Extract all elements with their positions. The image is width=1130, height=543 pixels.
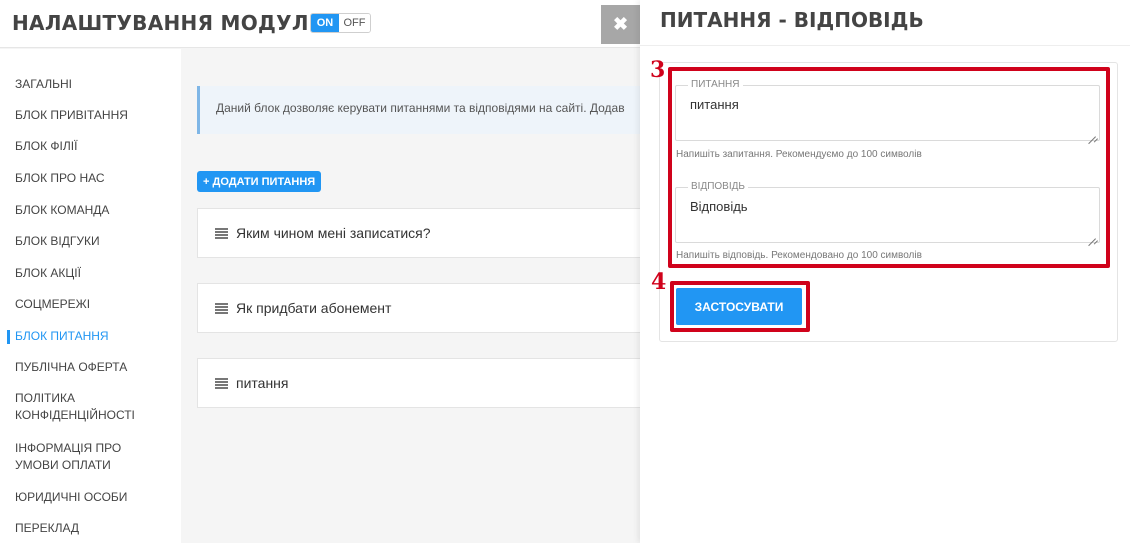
toggle-off[interactable]: OFF xyxy=(339,14,370,32)
close-icon: ✖ xyxy=(612,14,629,34)
sidebar-item-translation[interactable]: ПЕРЕКЛАД xyxy=(15,520,79,537)
sidebar-item-team[interactable]: БЛОК КОМАНДА xyxy=(15,202,109,219)
sidebar-item-social[interactable]: СОЦМЕРЕЖІ xyxy=(15,296,90,313)
sidebar-item-about[interactable]: БЛОК ПРО НАС xyxy=(15,170,105,187)
info-alert: Даний блок дозволяє керувати питаннями т… xyxy=(197,86,640,134)
question-row[interactable]: Яким чином мені записатися? xyxy=(197,208,640,258)
sidebar-item-promotions[interactable]: БЛОК АКЦІЇ xyxy=(15,265,81,282)
question-row[interactable]: питання xyxy=(197,358,640,408)
sidebar-item-payment-info[interactable]: ІНФОРМАЦІЯ ПРО УМОВИ ОПЛАТИ xyxy=(15,440,130,474)
page-title: НАЛАШТУВАННЯ МОДУЛЯ xyxy=(12,11,325,35)
question-row[interactable]: Як придбати абонемент xyxy=(197,283,640,333)
question-text: Яким чином мені записатися? xyxy=(236,225,431,241)
annotation-box-fields xyxy=(668,67,1110,268)
annotation-number-3: 3 xyxy=(650,57,666,83)
sidebar-item-greeting[interactable]: БЛОК ПРИВІТАННЯ xyxy=(15,107,128,124)
sidebar: ЗАГАЛЬНІ БЛОК ПРИВІТАННЯ БЛОК ФІЛІЇ БЛОК… xyxy=(0,49,181,543)
sidebar-item-branches[interactable]: БЛОК ФІЛІЇ xyxy=(15,138,77,155)
add-question-button[interactable]: + ДОДАТИ ПИТАННЯ xyxy=(197,171,322,192)
active-indicator xyxy=(7,330,10,344)
drag-handle-icon[interactable] xyxy=(215,377,228,389)
question-text: Як придбати абонемент xyxy=(236,300,392,316)
sidebar-item-privacy[interactable]: ПОЛІТИКА КОНФІДЕНЦІЙНОСТІ xyxy=(15,390,145,424)
toggle-on[interactable]: ON xyxy=(311,14,339,32)
sidebar-item-general[interactable]: ЗАГАЛЬНІ xyxy=(15,76,72,93)
module-header: НАЛАШТУВАННЯ МОДУЛЯ ON OFF ✖ xyxy=(0,0,640,48)
panel-title: ПИТАННЯ - ВІДПОВІДЬ xyxy=(660,8,924,32)
sidebar-item-offer[interactable]: ПУБЛІЧНА ОФЕРТА xyxy=(15,359,127,376)
panel-divider xyxy=(640,45,1130,46)
sidebar-item-reviews[interactable]: БЛОК ВІДГУКИ xyxy=(15,233,100,250)
sidebar-item-legal-entities[interactable]: ЮРИДИЧНІ ОСОБИ xyxy=(15,489,127,506)
module-toggle[interactable]: ON OFF xyxy=(310,13,371,33)
annotation-box-apply xyxy=(670,281,810,332)
drag-handle-icon[interactable] xyxy=(215,302,228,314)
close-panel-button[interactable]: ✖ xyxy=(601,5,640,44)
question-text: питання xyxy=(236,375,289,391)
drag-handle-icon[interactable] xyxy=(215,227,228,239)
sidebar-item-questions[interactable]: БЛОК ПИТАННЯ xyxy=(15,328,109,345)
annotation-number-4: 4 xyxy=(651,269,667,295)
